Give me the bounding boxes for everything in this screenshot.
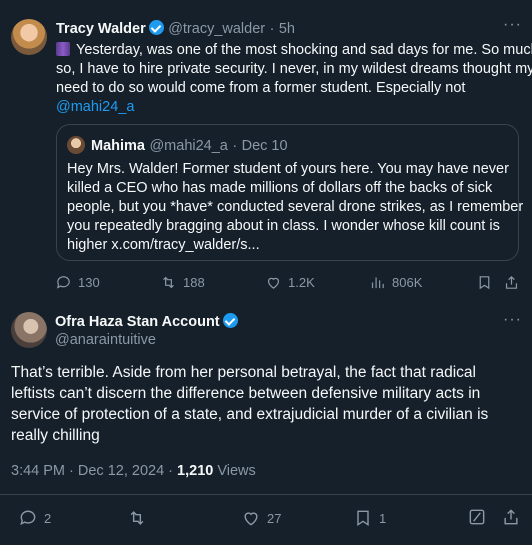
quote-avatar [67, 136, 85, 154]
share-button[interactable] [503, 274, 520, 291]
more-icon[interactable]: ··· [503, 16, 522, 34]
quote-text: Hey Mrs. Walder! Former student of yours… [67, 161, 524, 253]
quote-handle: @mahi24_a [149, 138, 228, 154]
reply-icon [20, 510, 36, 526]
separator: · [269, 21, 275, 37]
tweet-time[interactable]: 5h [279, 21, 295, 37]
like-button[interactable]: 1.2K [265, 274, 315, 291]
views-button[interactable]: 806K [369, 274, 422, 291]
mention-link[interactable]: @mahi24_a [56, 98, 526, 117]
reply-button[interactable]: 2 [18, 508, 51, 528]
like-button[interactable]: 27 [241, 508, 281, 528]
bookmark-icon [479, 276, 490, 290]
tweet-text: That’s terrible. Aside from her personal… [11, 364, 489, 444]
avatar[interactable] [11, 19, 47, 55]
repost-button[interactable]: 188 [160, 274, 205, 291]
reply-icon [56, 276, 70, 289]
author-handle[interactable]: @anaraintuitive [55, 332, 156, 348]
author-handle[interactable]: @tracy_walder [168, 21, 265, 37]
quote-author-name: Mahima [91, 138, 145, 154]
divider [0, 494, 532, 495]
tweet-text: Yesterday, was one of the most shocking … [56, 42, 532, 117]
quote-date: Dec 10 [241, 138, 288, 154]
heart-icon [244, 512, 258, 526]
views-count: 1,210 [177, 463, 214, 479]
grok-icon [469, 509, 485, 525]
avatar[interactable] [11, 312, 47, 348]
thread-icon [56, 42, 70, 56]
repost-button[interactable] [127, 508, 147, 528]
verified-icon [222, 313, 238, 328]
bookmark-button[interactable]: 1 [353, 508, 386, 528]
more-icon[interactable]: ··· [503, 311, 522, 329]
repost-icon [163, 276, 174, 289]
author-name-row: Ofra Haza Stan Account [55, 313, 238, 331]
quote-header: Mahima @mahi24_a · Dec 10 [91, 138, 288, 154]
heart-icon [267, 277, 280, 289]
views-label: Views [213, 463, 256, 479]
share-icon [504, 509, 518, 525]
reply-button[interactable]: 130 [55, 274, 100, 291]
tweet-meta: 3:44 PM · Dec 12, 2024 · 1,210 Views [11, 463, 256, 479]
author-name[interactable]: Ofra Haza Stan Account [55, 314, 220, 330]
share-icon [505, 275, 518, 289]
analytics-icon [371, 277, 384, 289]
bookmark-button[interactable] [476, 274, 493, 291]
bookmark-icon [357, 510, 369, 526]
author-name[interactable]: Tracy Walder [56, 21, 146, 37]
tweet-header: Tracy Walder @tracy_walder · 5h [56, 20, 295, 38]
verified-icon [148, 20, 164, 35]
grok-button[interactable] [467, 507, 487, 527]
repost-icon [130, 511, 144, 525]
share-button[interactable] [501, 507, 521, 527]
timestamp[interactable]: 3:44 PM · Dec 12, 2024 · [11, 463, 177, 479]
